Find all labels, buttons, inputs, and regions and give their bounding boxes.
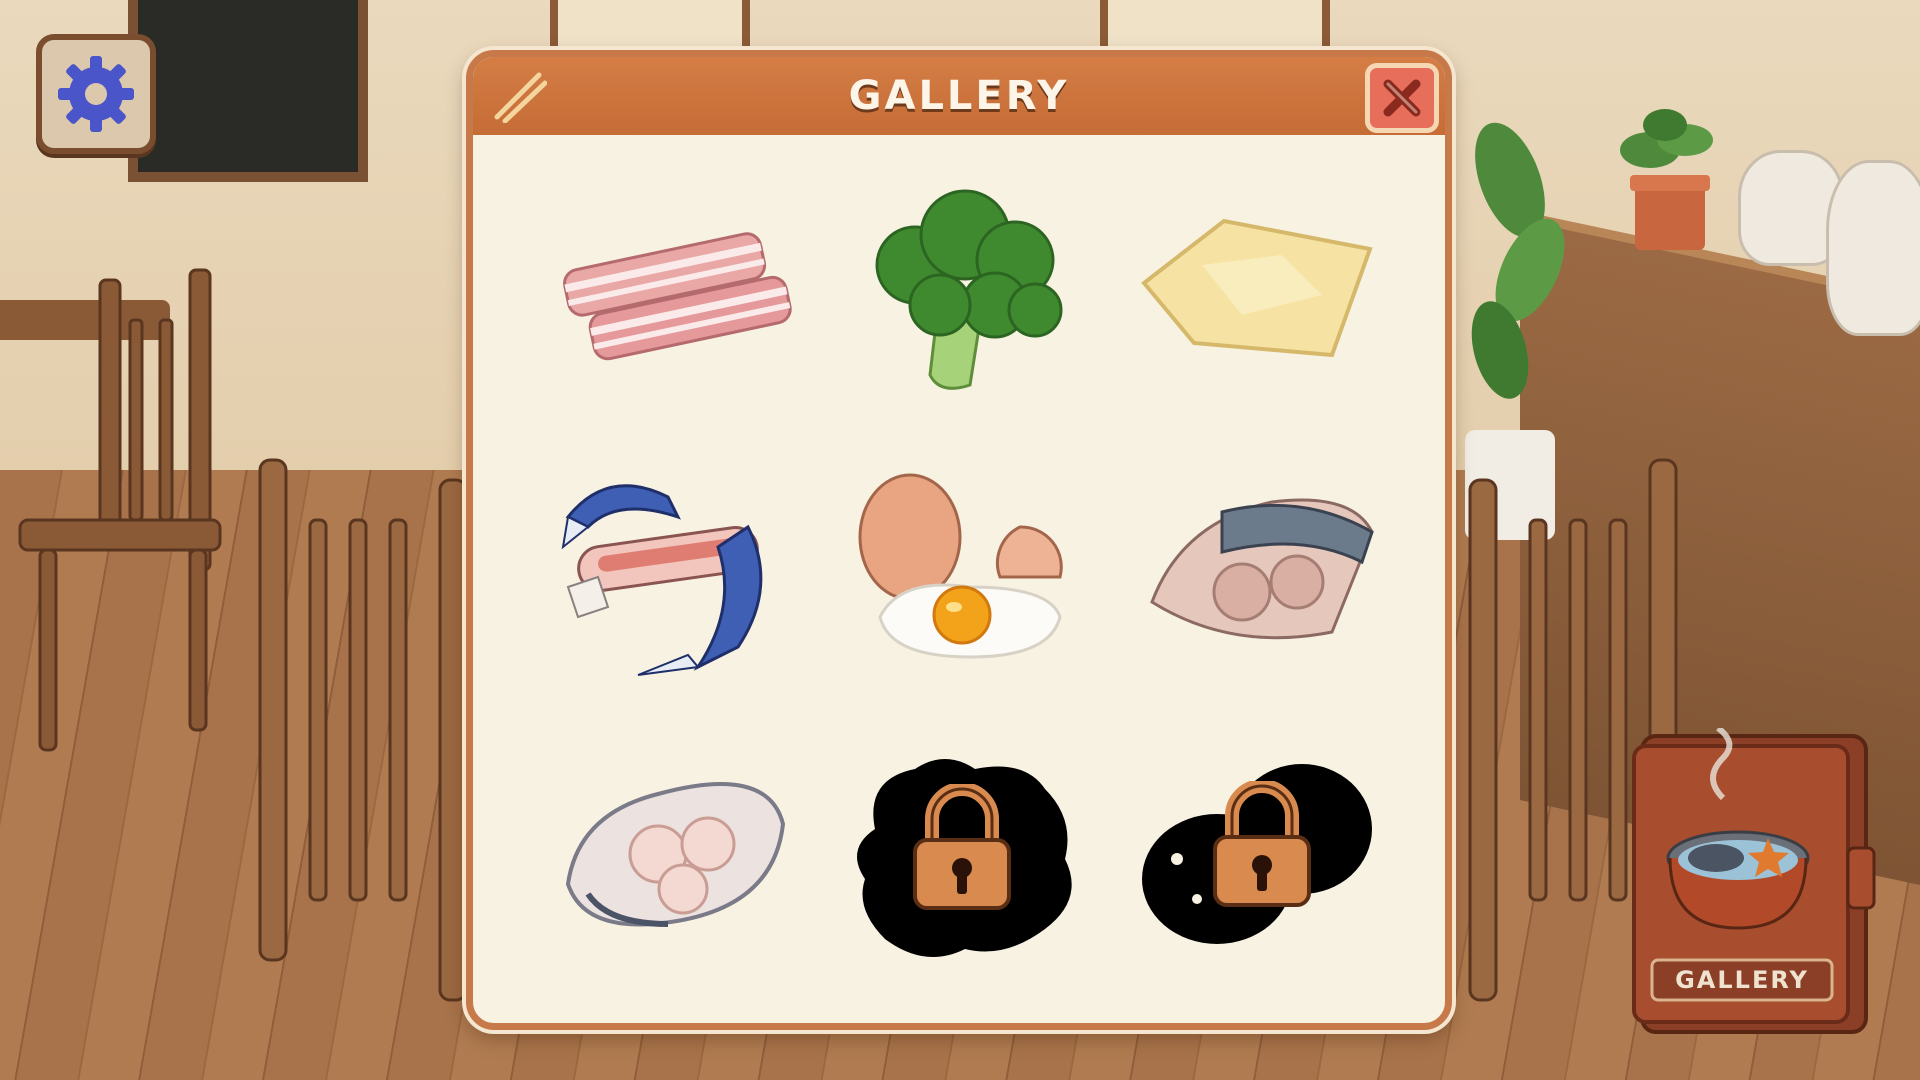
gear-icon [58, 56, 134, 132]
chair-left-back [18, 268, 222, 752]
eggs-icon [858, 473, 1063, 659]
fish-steak-icon [565, 782, 786, 927]
picture-frame-bowl [1100, 0, 1330, 55]
crab-icon [561, 484, 763, 676]
potted-plant [1620, 109, 1713, 250]
gallery-book-button[interactable]: GALLERY [1628, 725, 1878, 1038]
gallery-item-locked-1[interactable] [835, 739, 1095, 969]
gallery-modal: GALLERY [466, 50, 1452, 1030]
gallery-item-fish-steak[interactable] [543, 739, 803, 969]
modal-title: GALLERY [848, 73, 1070, 119]
gallery-item-crab[interactable] [543, 457, 803, 687]
gallery-item-cheese-slice[interactable] [1127, 175, 1387, 405]
settings-button[interactable] [36, 34, 156, 154]
modal-header: GALLERY [473, 57, 1445, 135]
gallery-grid [543, 175, 1389, 995]
close-button[interactable] [1365, 63, 1439, 133]
gallery-item-locked-2[interactable] [1127, 739, 1387, 969]
bacon-icon [563, 232, 792, 361]
gallery-item-mackerel-steak[interactable] [1127, 457, 1387, 687]
picture-frame-bread [550, 0, 750, 55]
chair-left-front [258, 458, 468, 1002]
close-icon [1383, 79, 1421, 117]
gallery-item-bacon[interactable] [543, 175, 803, 405]
jar-2 [1826, 160, 1920, 336]
gallery-book-label: GALLERY [1675, 966, 1809, 994]
broccoli-icon [875, 189, 1063, 390]
cheese-slice-icon [1141, 218, 1373, 358]
gallery-item-eggs[interactable] [835, 457, 1095, 687]
chopsticks-icon [494, 72, 547, 123]
padlock-icon [913, 784, 1011, 910]
mackerel-steak-icon [1150, 498, 1374, 640]
gallery-item-broccoli[interactable] [835, 175, 1095, 405]
padlock-icon [1213, 781, 1311, 907]
blackboard [128, 0, 368, 182]
